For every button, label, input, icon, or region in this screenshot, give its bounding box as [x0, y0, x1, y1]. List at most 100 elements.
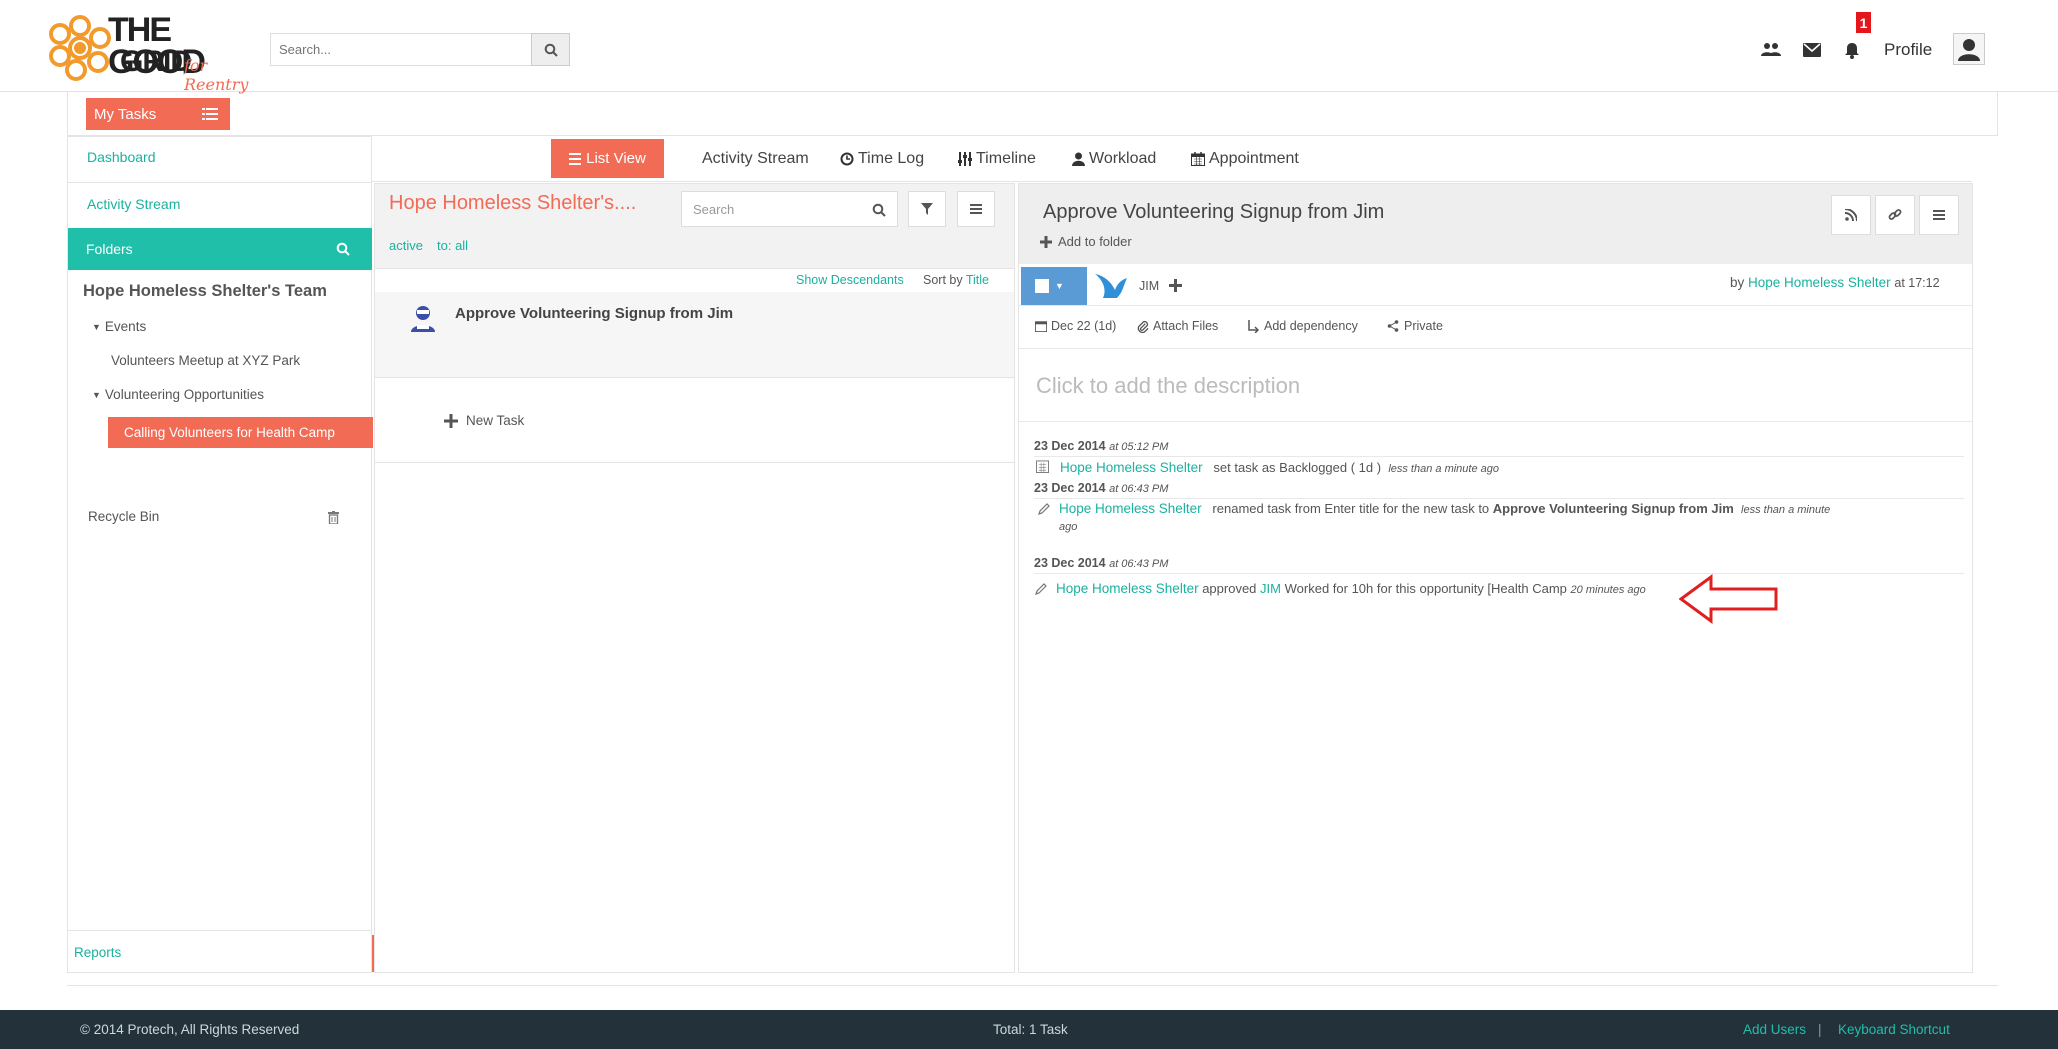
list-search-input[interactable]: Search	[693, 202, 734, 217]
description-placeholder[interactable]: Click to add the description	[1036, 373, 1300, 399]
stream-user-link[interactable]: Hope Homeless Shelter	[1060, 460, 1203, 475]
status-dropdown[interactable]: ▼	[1021, 267, 1087, 305]
list-icon	[569, 152, 582, 165]
tab-appointment[interactable]: Appointment	[1191, 139, 1299, 178]
attach-files-label: Attach Files	[1153, 319, 1219, 333]
sort-label: Sort by	[923, 273, 963, 287]
plus-icon	[1040, 235, 1052, 248]
add-dependency-button[interactable]: Add dependency	[1247, 319, 1358, 333]
calendar-icon	[1191, 151, 1205, 166]
attach-files-button[interactable]: Attach Files	[1136, 319, 1218, 333]
app-logo[interactable]: THE GOOD GRID for Reentry	[48, 12, 263, 94]
recycle-bin-link[interactable]: Recycle Bin	[88, 509, 159, 524]
tree-item-volunteering-opportunities[interactable]: ▼ Volunteering Opportunities	[92, 387, 264, 402]
filter-button[interactable]	[908, 191, 946, 227]
logo-line2: GRID	[120, 45, 192, 78]
task-detail-title[interactable]: Approve Volunteering Signup from Jim	[1043, 201, 1384, 224]
add-users-link[interactable]: Add Users	[1743, 1022, 1806, 1037]
global-search-input[interactable]	[270, 33, 532, 66]
sidebar-item-reports[interactable]: Reports	[74, 945, 121, 960]
author-link[interactable]: Hope Homeless Shelter	[1748, 275, 1891, 290]
add-to-folder-button[interactable]: Add to folder	[1040, 234, 1132, 249]
footer-separator: |	[1818, 1022, 1822, 1037]
stream-text: Worked for 10h for this opportunity [Hea…	[1284, 581, 1567, 596]
global-search	[270, 33, 570, 66]
tab-workload[interactable]: Workload	[1072, 139, 1156, 178]
trash-icon[interactable]	[328, 511, 339, 524]
bell-icon[interactable]	[1841, 39, 1863, 61]
search-icon[interactable]	[336, 242, 350, 256]
filter-to-chip[interactable]: to: all	[437, 238, 468, 253]
caret-down-icon: ▼	[92, 389, 101, 400]
tab-label: Activity Stream	[702, 149, 809, 167]
envelope-icon[interactable]	[1801, 39, 1823, 61]
stream-date-text: 23 Dec 2014	[1034, 556, 1106, 570]
stream-user-link[interactable]: Hope Homeless Shelter	[1056, 581, 1199, 596]
task-detail-panel: Approve Volunteering Signup from Jim Add…	[1018, 183, 1973, 973]
tab-list-view[interactable]: List View	[551, 139, 664, 178]
rss-icon	[1845, 209, 1857, 221]
user-icon	[1072, 152, 1085, 166]
avatar[interactable]	[1953, 33, 1985, 65]
divider	[68, 930, 372, 931]
tree-item-label: Events	[104, 319, 147, 334]
calendar-icon	[1036, 460, 1049, 473]
my-tasks-button[interactable]: My Tasks	[86, 98, 230, 130]
sort-by-label: Sort by Title	[923, 273, 989, 287]
total-tasks-text: Total: 1 Task	[993, 1022, 1068, 1037]
copyright-text: © 2014 Protech, All Rights Reserved	[80, 1022, 300, 1037]
list-search[interactable]: Search	[681, 191, 898, 227]
stream-ago-wrap: ago	[1059, 521, 1078, 533]
tab-activity-stream[interactable]: Activity Stream	[702, 139, 809, 178]
team-title: Hope Homeless Shelter's Team	[83, 282, 327, 300]
users-icon[interactable]	[1760, 39, 1782, 61]
privacy-button[interactable]: Private	[1387, 319, 1443, 333]
folder-title: Hope Homeless Shelter's....	[389, 192, 637, 214]
calendar-icon	[1035, 321, 1047, 332]
plus-icon	[444, 413, 458, 428]
stream-bold-text: Approve Volunteering Signup from Jim	[1492, 501, 1734, 516]
search-button[interactable]	[531, 33, 570, 66]
task-owner-avatar-icon	[411, 306, 435, 332]
subheader-bar	[67, 92, 1998, 136]
tab-label: Timeline	[976, 149, 1036, 167]
task-detail-header: Approve Volunteering Signup from Jim Add…	[1019, 184, 1972, 264]
task-row[interactable]: Approve Volunteering Signup from Jim	[375, 292, 1014, 378]
sort-field-link[interactable]: Title	[966, 273, 989, 287]
list-menu-button[interactable]	[957, 191, 995, 227]
link-icon	[1888, 209, 1902, 220]
tab-timeline[interactable]: Timeline	[958, 139, 1036, 178]
filter-active-chip[interactable]: active	[389, 238, 423, 253]
add-assignee-icon[interactable]	[1169, 279, 1182, 292]
task-title[interactable]: Approve Volunteering Signup from Jim	[455, 305, 733, 322]
avatar-icon	[1958, 39, 1980, 61]
search-icon[interactable]	[872, 203, 886, 217]
keyboard-shortcut-link[interactable]: Keyboard Shortcut	[1838, 1022, 1950, 1037]
link-button[interactable]	[1875, 195, 1915, 235]
tab-time-log[interactable]: Time Log	[840, 139, 924, 178]
stream-entry: Hope Homeless Shelter renamed task from …	[1059, 501, 1830, 516]
add-dependency-label: Add dependency	[1264, 319, 1358, 333]
sidebar-item-folders[interactable]: Folders	[68, 228, 372, 270]
tree-item-events[interactable]: ▼ Events	[92, 319, 146, 334]
tab-label: Appointment	[1209, 149, 1299, 167]
profile-link[interactable]: Profile	[1884, 40, 1932, 60]
sidebar-item-activity-stream[interactable]: Activity Stream	[87, 196, 180, 212]
stream-date: 23 Dec 2014 at 06:43 PM	[1034, 481, 1168, 495]
new-task-button[interactable]: New Task	[444, 413, 524, 428]
tree-item-volunteers-meetup[interactable]: Volunteers Meetup at XYZ Park	[111, 353, 300, 368]
assignee-name[interactable]: JIM	[1139, 279, 1159, 293]
stream-user-link[interactable]: Hope Homeless Shelter	[1059, 501, 1202, 516]
search-icon	[544, 43, 558, 57]
rss-button[interactable]	[1831, 195, 1871, 235]
show-descendants-link[interactable]: Show Descendants	[796, 273, 904, 287]
tree-item-calling-volunteers[interactable]: Calling Volunteers for Health Camp	[108, 417, 373, 448]
sidebar-item-dashboard[interactable]: Dashboard	[87, 149, 156, 165]
assignee-bird-icon	[1095, 274, 1127, 298]
share-icon	[1387, 320, 1399, 332]
detail-menu-button[interactable]	[1919, 195, 1959, 235]
pencil-icon	[1035, 583, 1047, 595]
stream-target-link[interactable]: JIM	[1260, 581, 1281, 596]
paperclip-icon	[1137, 320, 1149, 333]
due-date-button[interactable]: Dec 22 (1d)	[1035, 319, 1116, 333]
